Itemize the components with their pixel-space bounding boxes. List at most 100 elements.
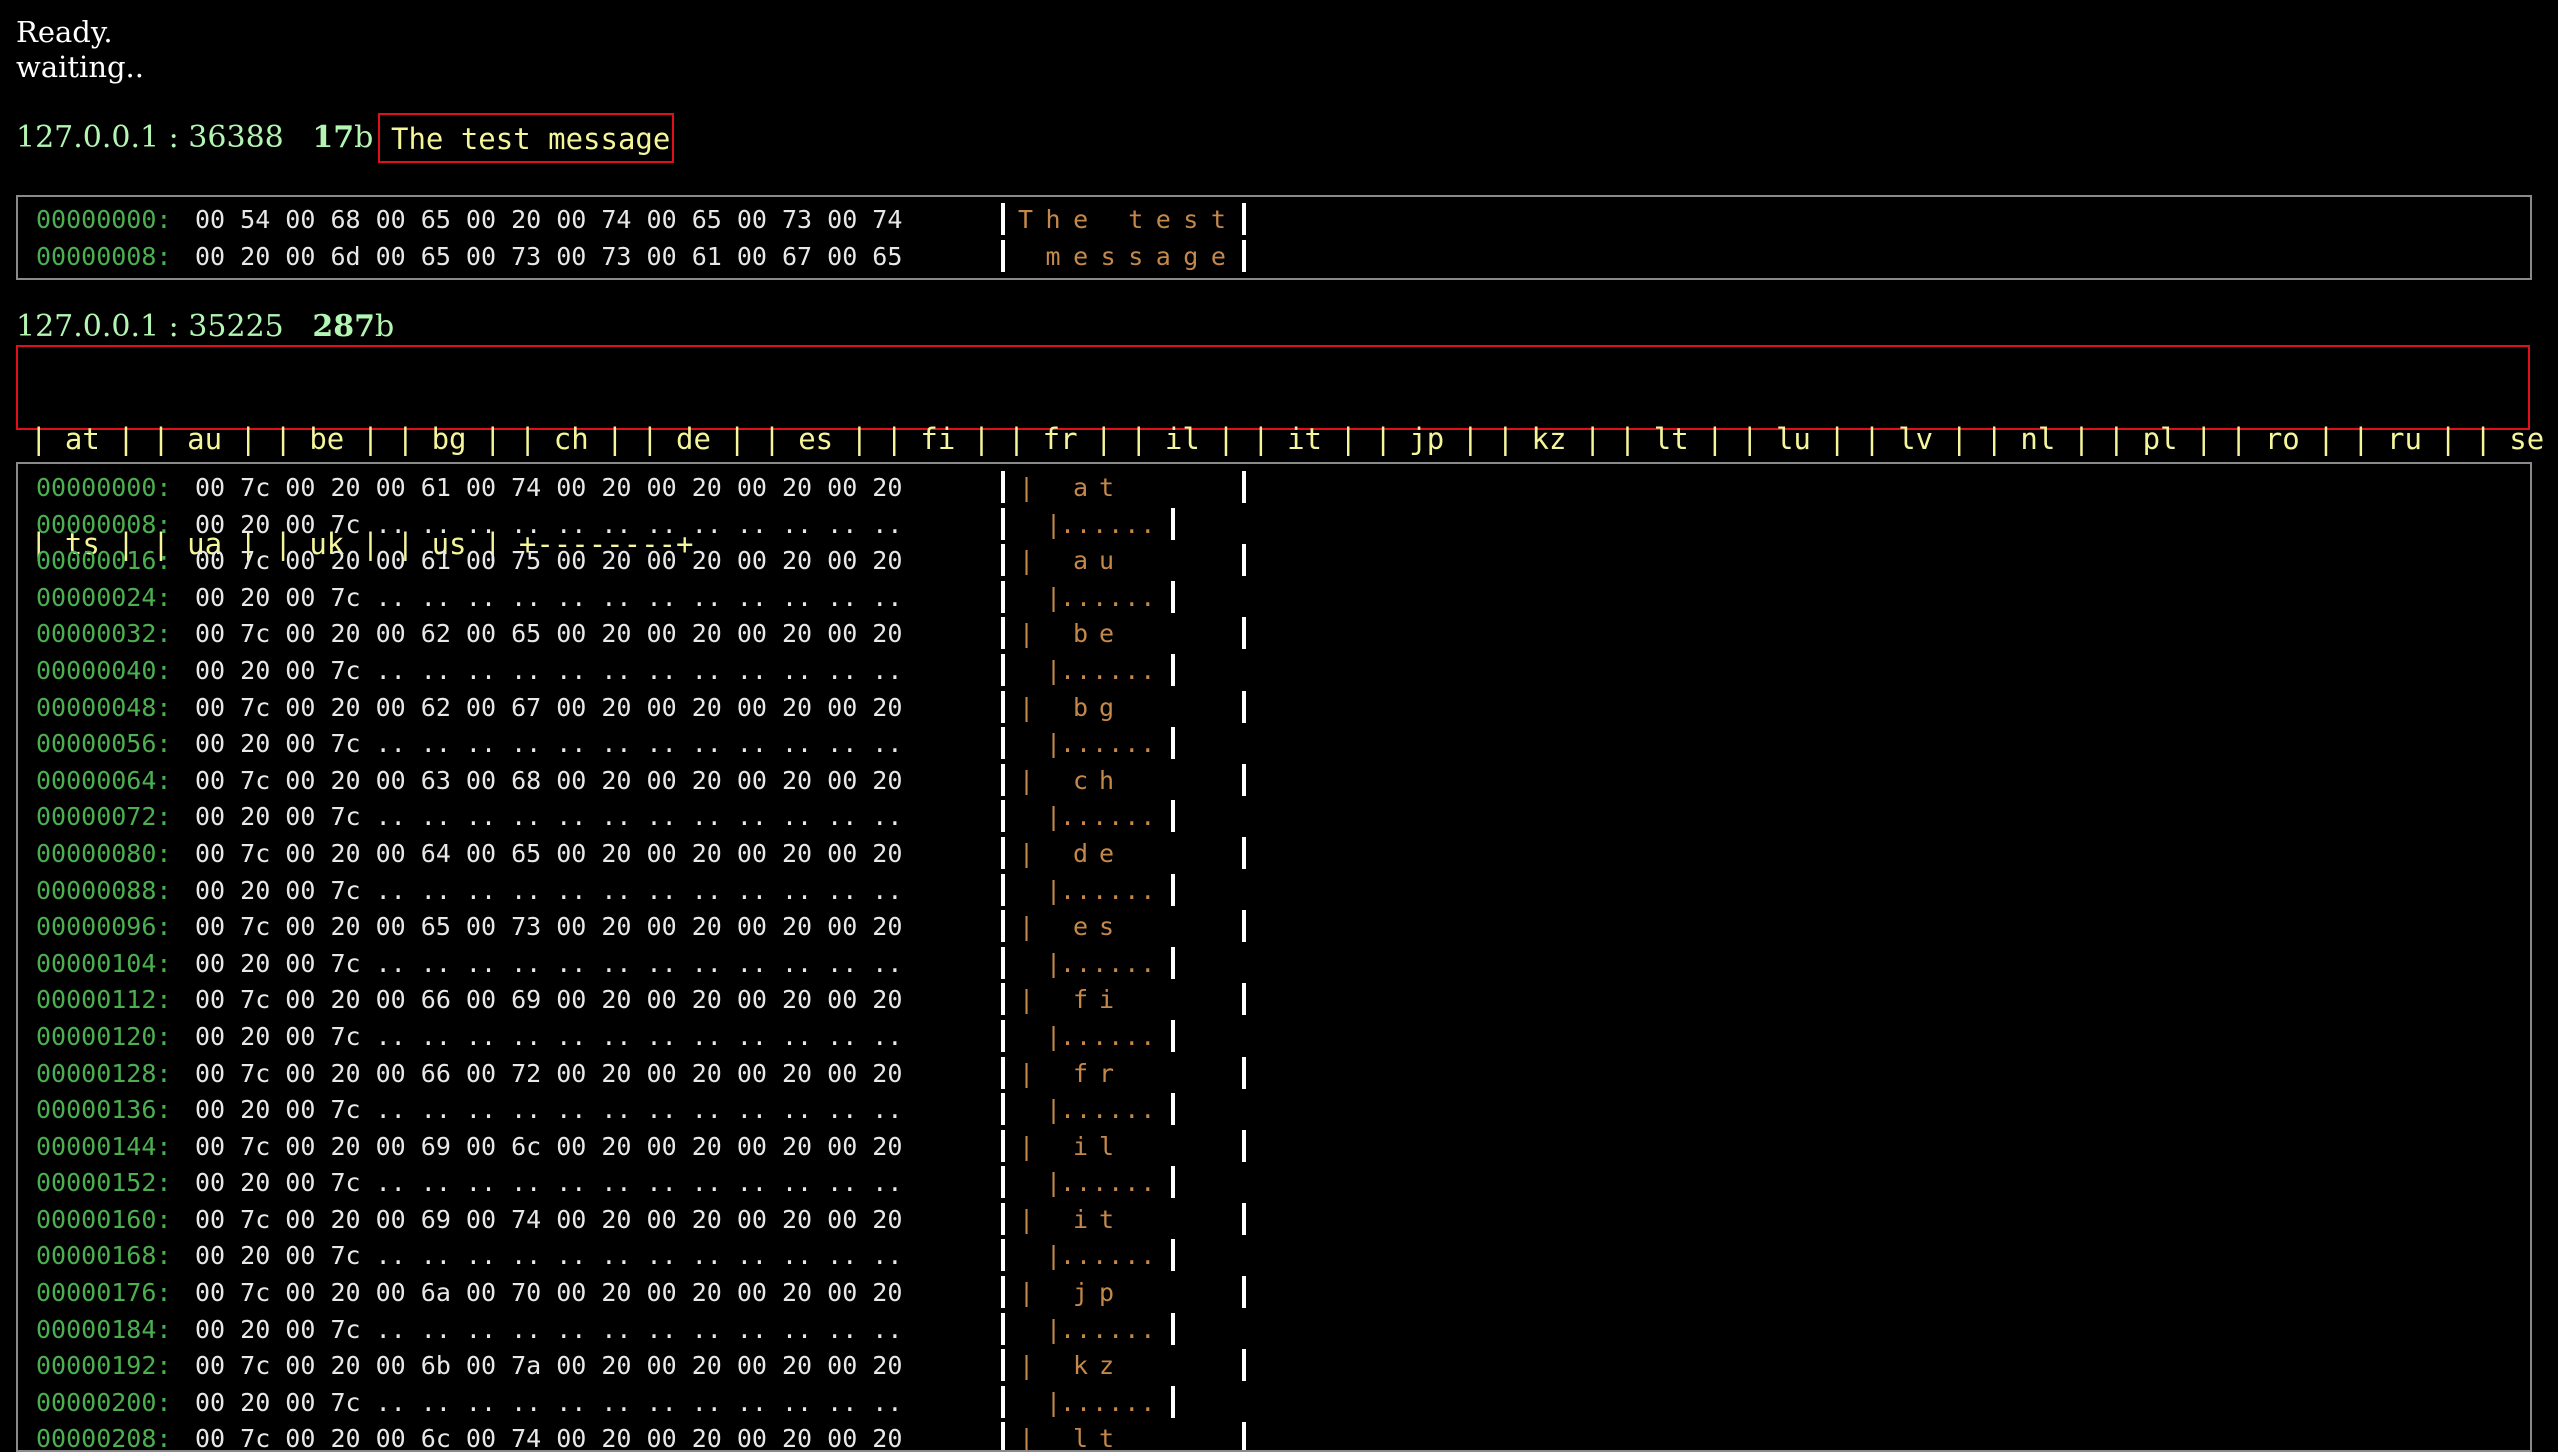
dump-offset: 00000016: (36, 546, 172, 576)
dump-hex: 00 7c 00 20 00 64 00 65 00 20 00 20 00 2… (195, 838, 903, 868)
dump-offset: 00000192: (36, 1351, 172, 1381)
ascii-pipe-glyph: | (1019, 765, 1035, 795)
ascii-right-border (1242, 1422, 1246, 1450)
dump-offset: 00000168: (36, 1241, 172, 1271)
dump-ascii: ...... (1060, 1387, 1157, 1417)
dump-offset: 00000128: (36, 1058, 172, 1088)
ascii-left-border (1001, 946, 1005, 979)
ascii-pipe-glyph: | (1019, 1131, 1035, 1161)
dump-row: 00000160: 00 7c 00 20 00 69 00 74 00 20 0… (18, 1201, 2530, 1238)
ascii-left-border (1001, 983, 1005, 1016)
ascii-left-border (1001, 653, 1005, 686)
dump-offset: 00000000: (36, 205, 172, 234)
dump-offset: 00000080: (36, 838, 172, 868)
dump-offset: 00000184: (36, 1314, 172, 1344)
ascii-pipe-glyph: | (1046, 1095, 1062, 1125)
ascii-right-border (1171, 1166, 1175, 1199)
ascii-left-border (1001, 1166, 1005, 1199)
ascii-right-border (1242, 836, 1246, 869)
dump-row: 00000184: 00 20 00 7c .. .. .. .. .. .. .… (18, 1311, 2530, 1348)
dump-offset: 00000104: (36, 948, 172, 978)
hex-dump: 00000000: 00 54 00 68 00 65 00 20 00 74 0… (16, 195, 2532, 280)
dump-row: 00000048: 00 7c 00 20 00 62 00 67 00 20 0… (18, 689, 2530, 726)
dump-offset: 00000040: (36, 655, 172, 685)
dump-ascii: ...... (1060, 1095, 1157, 1125)
dump-offset: 00000024: (36, 582, 172, 612)
dump-row: 00000168: 00 20 00 7c .. .. .. .. .. .. .… (18, 1237, 2530, 1274)
dump-offset: 00000088: (36, 875, 172, 905)
dump-ascii: ...... (1060, 509, 1157, 539)
dump-hex: 00 54 00 68 00 65 00 20 00 74 00 65 00 7… (195, 205, 903, 234)
ascii-right-border (1242, 1349, 1246, 1382)
dump-ascii: ...... (1060, 1314, 1157, 1344)
dump-ascii: bg (1073, 692, 1126, 722)
ascii-left-border (1001, 1349, 1005, 1382)
dump-ascii: ch (1073, 765, 1126, 795)
dump-ascii: The test (1018, 205, 1239, 234)
dump-hex: 00 20 00 7c .. .. .. .. .. .. .. .. .. .… (195, 582, 903, 612)
ascii-pipe-glyph: | (1046, 802, 1062, 832)
ascii-right-border (1242, 1202, 1246, 1235)
ascii-right-border (1171, 507, 1175, 540)
dump-row: 00000104: 00 20 00 7c .. .. .. .. .. .. .… (18, 945, 2530, 982)
ascii-right-border (1171, 946, 1175, 979)
ascii-pipe-glyph: | (1019, 838, 1035, 868)
ascii-right-border (1242, 544, 1246, 577)
dump-ascii: ...... (1060, 1241, 1157, 1271)
ascii-pipe-glyph: | (1046, 1241, 1062, 1271)
dump-ascii: kz (1073, 1351, 1126, 1381)
dump-offset: 00000096: (36, 912, 172, 942)
ascii-right-border (1242, 617, 1246, 650)
dump-hex: 00 20 00 7c .. .. .. .. .. .. .. .. .. .… (195, 948, 903, 978)
dump-row: 00000008: 00 20 00 7c .. .. .. .. .. .. .… (18, 506, 2530, 543)
dump-ascii: it (1073, 1204, 1126, 1234)
dump-hex: 00 7c 00 20 00 6a 00 70 00 20 00 20 00 2… (195, 1278, 903, 1308)
dump-ascii: ...... (1060, 655, 1157, 685)
dump-row: 00000200: 00 20 00 7c .. .. .. .. .. .. .… (18, 1384, 2530, 1421)
dump-ascii: ...... (1060, 948, 1157, 978)
ascii-pipe-glyph: | (1019, 1351, 1035, 1381)
dump-row: 00000080: 00 7c 00 20 00 64 00 65 00 20 0… (18, 835, 2530, 872)
dump-hex: 00 20 00 7c .. .. .. .. .. .. .. .. .. .… (195, 509, 903, 539)
ascii-left-border (1001, 873, 1005, 906)
dump-hex: 00 7c 00 20 00 61 00 74 00 20 00 20 00 2… (195, 473, 903, 502)
ascii-right-border (1171, 727, 1175, 760)
dump-hex: 00 7c 00 20 00 69 00 6c 00 20 00 20 00 2… (195, 1131, 903, 1161)
dump-offset: 00000008: (36, 241, 172, 271)
dump-hex: 00 7c 00 20 00 62 00 67 00 20 00 20 00 2… (195, 692, 903, 722)
dump-hex: 00 7c 00 20 00 69 00 74 00 20 00 20 00 2… (195, 1204, 903, 1234)
dump-row: 00000088: 00 20 00 7c .. .. .. .. .. .. .… (18, 872, 2530, 909)
ascii-pipe-glyph: | (1019, 912, 1035, 942)
dump-hex: 00 20 00 6d 00 65 00 73 00 73 00 61 00 6… (195, 241, 903, 271)
ascii-pipe-glyph: | (1046, 1021, 1062, 1051)
ascii-left-border (1001, 1056, 1005, 1089)
ascii-left-border (1001, 1093, 1005, 1126)
dump-row: 00000000: 00 54 00 68 00 65 00 20 00 74 0… (18, 201, 2530, 238)
sender-address: 127.0.0.1 : 36388 (16, 120, 284, 155)
dump-row: 00000208: 00 7c 00 20 00 6c 00 74 00 20 0… (18, 1420, 2530, 1452)
ascii-right-border (1242, 983, 1246, 1016)
dump-ascii: ...... (1060, 1021, 1157, 1051)
ascii-left-border (1001, 1019, 1005, 1052)
ascii-right-border (1171, 1093, 1175, 1126)
dump-row: 00000152: 00 20 00 7c .. .. .. .. .. .. .… (18, 1164, 2530, 1201)
ascii-left-border (1001, 507, 1005, 540)
ascii-right-border (1171, 800, 1175, 833)
ascii-left-border (1001, 1385, 1005, 1418)
dump-ascii: ...... (1060, 802, 1157, 832)
dump-ascii: jp (1073, 1278, 1126, 1308)
dump-ascii: es (1073, 912, 1126, 942)
ascii-pipe-glyph: | (1046, 582, 1062, 612)
dump-ascii: de (1073, 838, 1126, 868)
ascii-pipe-glyph: | (1019, 1278, 1035, 1308)
dump-ascii: lt (1073, 1424, 1126, 1452)
ascii-right-border (1171, 1239, 1175, 1272)
ascii-left-border (1001, 203, 1005, 235)
ascii-left-border (1001, 239, 1005, 272)
dump-row: 00000120: 00 20 00 7c .. .. .. .. .. .. .… (18, 1018, 2530, 1055)
dump-offset: 00000152: (36, 1168, 172, 1198)
ascii-pipe-glyph: | (1046, 875, 1062, 905)
dump-row: 00000096: 00 7c 00 20 00 65 00 73 00 20 0… (18, 908, 2530, 945)
dump-hex: 00 20 00 7c .. .. .. .. .. .. .. .. .. .… (195, 1021, 903, 1051)
ascii-left-border (1001, 1422, 1005, 1450)
